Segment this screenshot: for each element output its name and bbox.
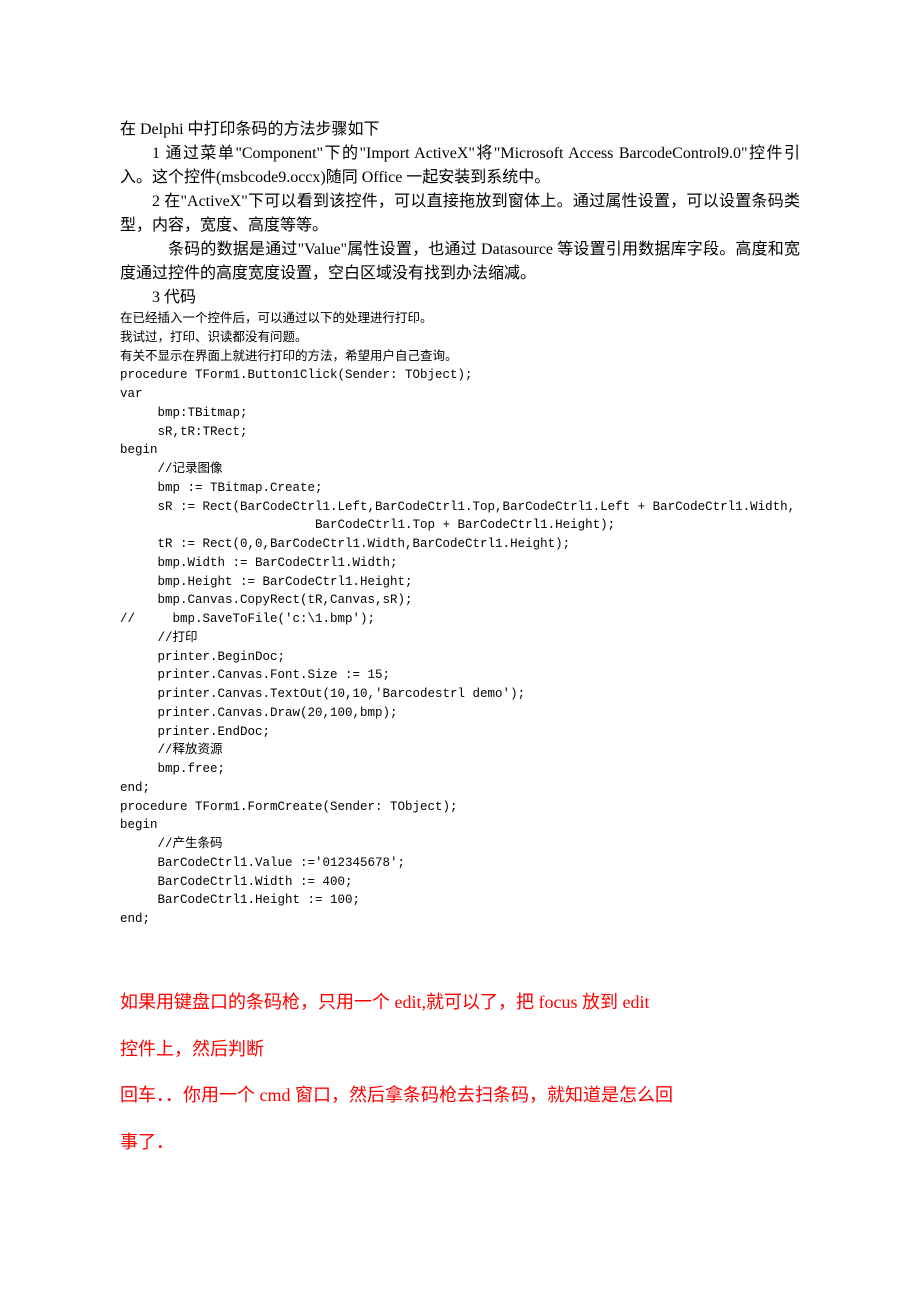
code-line: printer.Canvas.Draw(20,100,bmp); xyxy=(120,706,398,720)
paragraph-step1: 1 通过菜单"Component"下的"Import ActiveX"将"Mic… xyxy=(120,142,800,190)
paragraph-value-note: 条码的数据是通过"Value"属性设置，也通过 Datasource 等设置引用… xyxy=(120,238,800,286)
paragraph-step2: 2 在"ActiveX"下可以看到该控件，可以直接拖放到窗体上。通过属性设置，可… xyxy=(120,190,800,238)
red-line-1: 如果用键盘口的条码枪，只用一个 edit,就可以了，把 focus 放到 edi… xyxy=(120,979,800,1026)
paragraph-intro: 在 Delphi 中打印条码的方法步骤如下 xyxy=(120,118,800,142)
code-line: bmp.Height := BarCodeCtrl1.Height; xyxy=(120,575,413,589)
code-line: //记录图像 xyxy=(120,462,223,476)
code-line: BarCodeCtrl1.Height := 100; xyxy=(120,893,360,907)
code-line: 在已经插入一个控件后，可以通过以下的处理进行打印。 xyxy=(120,312,433,326)
code-line: var xyxy=(120,387,143,401)
code-line: procedure TForm1.FormCreate(Sender: TObj… xyxy=(120,800,458,814)
red-text: 放到 xyxy=(582,992,623,1012)
code-line: begin xyxy=(120,443,158,457)
code-line: BarCodeCtrl1.Value :='012345678'; xyxy=(120,856,405,870)
code-line: printer.Canvas.TextOut(10,10,'Barcodestr… xyxy=(120,687,525,701)
code-block: 在已经插入一个控件后，可以通过以下的处理进行打印。 我试过，打印、识读都没有问题… xyxy=(120,310,800,929)
code-line: BarCodeCtrl1.Width := 400; xyxy=(120,875,353,889)
red-text: 事了． xyxy=(120,1132,174,1152)
red-line-3: 回车．．你用一个 cmd 窗口，然后拿条码枪去扫条码，就知道是怎么回 xyxy=(120,1072,800,1119)
code-line: //释放资源 xyxy=(120,743,223,757)
red-text: focus xyxy=(539,992,583,1012)
code-line: procedure TForm1.Button1Click(Sender: TO… xyxy=(120,368,473,382)
code-line: // bmp.SaveToFile('c:\1.bmp'); xyxy=(120,612,375,626)
red-note: 如果用键盘口的条码枪，只用一个 edit,就可以了，把 focus 放到 edi… xyxy=(120,979,800,1166)
code-line: 我试过，打印、识读都没有问题。 xyxy=(120,331,308,345)
document-page: 在 Delphi 中打印条码的方法步骤如下 1 通过菜单"Component"下… xyxy=(0,0,920,1226)
red-text: cmd xyxy=(260,1085,296,1105)
red-line-4: 事了． xyxy=(120,1119,800,1166)
code-line: printer.BeginDoc; xyxy=(120,650,285,664)
code-line: printer.Canvas.Font.Size := 15; xyxy=(120,668,390,682)
paragraph-step3: 3 代码 xyxy=(120,286,800,310)
red-line-2: 控件上，然后判断 xyxy=(120,1026,800,1073)
red-text: 如果用键盘口的条码枪，只用一个 xyxy=(120,992,395,1012)
code-line: //打印 xyxy=(120,631,198,645)
code-line: BarCodeCtrl1.Top + BarCodeCtrl1.Height); xyxy=(120,518,615,532)
code-line: begin xyxy=(120,818,158,832)
code-line: bmp.Canvas.CopyRect(tR,Canvas,sR); xyxy=(120,593,413,607)
red-text: edit xyxy=(623,992,650,1012)
code-line: sR := Rect(BarCodeCtrl1.Left,BarCodeCtrl… xyxy=(120,500,795,514)
code-line: 有关不显示在界面上就进行打印的方法，希望用户自己查询。 xyxy=(120,350,458,364)
code-line: bmp:TBitmap; xyxy=(120,406,248,420)
code-line: end; xyxy=(120,781,150,795)
code-line: printer.EndDoc; xyxy=(120,725,270,739)
code-line: end; xyxy=(120,912,150,926)
red-text: edit, xyxy=(395,992,427,1012)
code-line: sR,tR:TRect; xyxy=(120,425,248,439)
code-line: tR := Rect(0,0,BarCodeCtrl1.Width,BarCod… xyxy=(120,537,570,551)
red-text: 就可以了，把 xyxy=(426,992,539,1012)
red-text: 窗口，然后拿条码枪去扫条码，就知道是怎么回 xyxy=(295,1085,673,1105)
code-line: bmp := TBitmap.Create; xyxy=(120,481,323,495)
red-text: 控件上，然后判断 xyxy=(120,1039,264,1059)
code-line: bmp.free; xyxy=(120,762,225,776)
code-line: //产生条码 xyxy=(120,837,223,851)
code-line: bmp.Width := BarCodeCtrl1.Width; xyxy=(120,556,398,570)
red-text: 回车．．你用一个 xyxy=(120,1085,260,1105)
